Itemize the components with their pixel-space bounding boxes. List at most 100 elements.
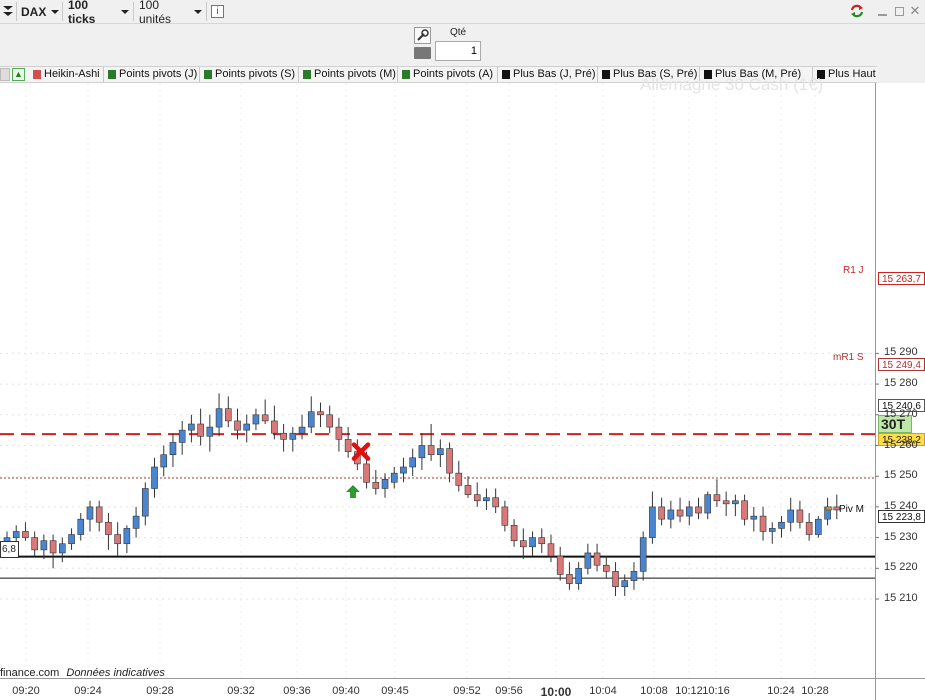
- bullish-candle: [151, 466, 158, 489]
- bullish-candle: [160, 454, 168, 468]
- bearish-candle: [593, 552, 601, 566]
- bullish-candle: [685, 506, 693, 517]
- bullish-candle: [815, 518, 822, 535]
- bullish-candle: [12, 531, 20, 538]
- bullish-candle: [630, 571, 638, 581]
- piv-price-tag: 15 223,8: [878, 510, 925, 523]
- bearish-candle: [317, 411, 324, 416]
- bearish-candle: [676, 509, 684, 517]
- bullish-candle: [418, 445, 426, 459]
- bullish-candle: [778, 521, 785, 529]
- chart-canvas[interactable]: [0, 83, 925, 700]
- x-tick-label: 09:24: [74, 685, 102, 697]
- bullish-candle: [750, 515, 758, 520]
- bearish-candle: [455, 472, 463, 486]
- keyboard-icon[interactable]: [414, 47, 431, 59]
- y-tick-label: 15 240: [884, 499, 918, 512]
- indicator-tab[interactable]: Points pivots (A): [399, 67, 498, 82]
- indicator-color-icon: [303, 70, 311, 79]
- bullish-candle: [188, 423, 195, 431]
- bearish-candle: [805, 521, 813, 535]
- bearish-candle: [95, 506, 103, 523]
- refresh-sync-icon[interactable]: [849, 3, 865, 19]
- bullish-candle: [649, 506, 656, 538]
- bullish-candle: [732, 500, 739, 505]
- bearish-candle: [473, 494, 481, 502]
- indicator-tab-label: Points pivots (M): [314, 68, 396, 80]
- bearish-candle: [363, 463, 370, 483]
- maximize-icon[interactable]: [891, 3, 907, 19]
- bearish-candle: [566, 574, 573, 584]
- close-icon[interactable]: ✕: [907, 3, 923, 19]
- bearish-candle: [547, 543, 555, 557]
- bearish-candle: [372, 482, 380, 489]
- y-tick-label: 15 290: [884, 346, 918, 359]
- scroll-left-icon[interactable]: [0, 68, 10, 81]
- bullish-candle: [289, 432, 297, 440]
- y-tick-label: 15 220: [884, 561, 918, 574]
- indicator-tab[interactable]: Points pivots (M): [300, 67, 398, 82]
- bearish-candle: [22, 531, 29, 538]
- y-tick-label: 15 270: [884, 407, 918, 420]
- instrument-selector[interactable]: DAX: [16, 2, 63, 21]
- bullish-candle: [483, 497, 490, 502]
- left-value-label: 6,8: [0, 541, 19, 558]
- indicator-tab-label: Heikin-Ashi: [44, 68, 100, 80]
- x-tick-label: 10:04: [589, 685, 617, 697]
- bullish-candle: [307, 411, 315, 428]
- indicator-tab-label: Plus Haut (J: [828, 68, 877, 80]
- indicator-tab-label: Plus Bas (J, Pré): [513, 68, 596, 80]
- bullish-candle: [298, 426, 306, 434]
- bearish-candle: [271, 420, 278, 434]
- minimize-icon[interactable]: [874, 3, 890, 19]
- info-icon[interactable]: i: [211, 5, 224, 18]
- piv-line-label: Piv M: [839, 504, 864, 515]
- bullish-candle: [59, 543, 66, 554]
- bullish-candle: [142, 488, 149, 517]
- bearish-candle: [713, 494, 721, 502]
- bearish-candle: [796, 509, 804, 523]
- wrench-icon[interactable]: [414, 27, 431, 44]
- app-menu-icon[interactable]: [3, 6, 13, 18]
- bearish-candle: [49, 540, 57, 554]
- bullish-candle: [787, 509, 795, 523]
- bullish-candle: [132, 515, 140, 529]
- bearish-candle: [280, 432, 287, 440]
- indicator-color-icon: [602, 70, 610, 79]
- indicator-tab[interactable]: Plus Haut (J: [814, 67, 877, 82]
- bearish-candle: [510, 525, 518, 541]
- chevron-down-icon: [194, 9, 202, 14]
- add-indicator-button[interactable]: ▲: [12, 68, 25, 81]
- bearish-candle: [741, 500, 748, 520]
- units-label: 100 unités: [139, 0, 172, 26]
- qty-input[interactable]: [435, 41, 481, 61]
- indicator-tab[interactable]: Plus Bas (J, Pré): [499, 67, 598, 82]
- indicator-tab[interactable]: Points pivots (S): [201, 67, 299, 82]
- y-tick-label: 15 210: [884, 592, 918, 604]
- x-tick-label: 09:36: [283, 685, 311, 697]
- footer-source: finance.com: [0, 667, 60, 679]
- indicator-tab-label: Points pivots (J): [119, 68, 198, 80]
- bearish-candle: [501, 506, 509, 526]
- chart-footer: finance.com Données indicatives: [0, 667, 165, 679]
- bullish-candle: [86, 506, 94, 520]
- price-chart[interactable]: Allemagne 30 Cash (1€) 6,8 finance.com D…: [0, 75, 925, 700]
- indicator-color-icon: [33, 70, 41, 79]
- y-tick-label: 15 280: [884, 377, 918, 390]
- indicator-color-icon: [402, 70, 410, 79]
- bearish-candle: [335, 426, 343, 440]
- bearish-candle: [759, 515, 767, 532]
- bearish-candle: [224, 408, 232, 422]
- bearish-candle: [520, 540, 527, 548]
- bullish-candle: [77, 518, 85, 535]
- bullish-candle: [529, 537, 536, 548]
- last-price-marker: [825, 506, 833, 511]
- bullish-candle: [584, 552, 592, 569]
- bullish-candle: [178, 429, 186, 443]
- indicator-tab[interactable]: Heikin-Ashi: [30, 67, 104, 82]
- bearish-candle: [234, 420, 241, 431]
- units-selector[interactable]: 100 unités: [135, 0, 207, 26]
- indicator-tab[interactable]: Points pivots (J): [105, 67, 200, 82]
- bullish-candle: [243, 423, 251, 431]
- period-selector[interactable]: 100 ticks: [64, 0, 134, 26]
